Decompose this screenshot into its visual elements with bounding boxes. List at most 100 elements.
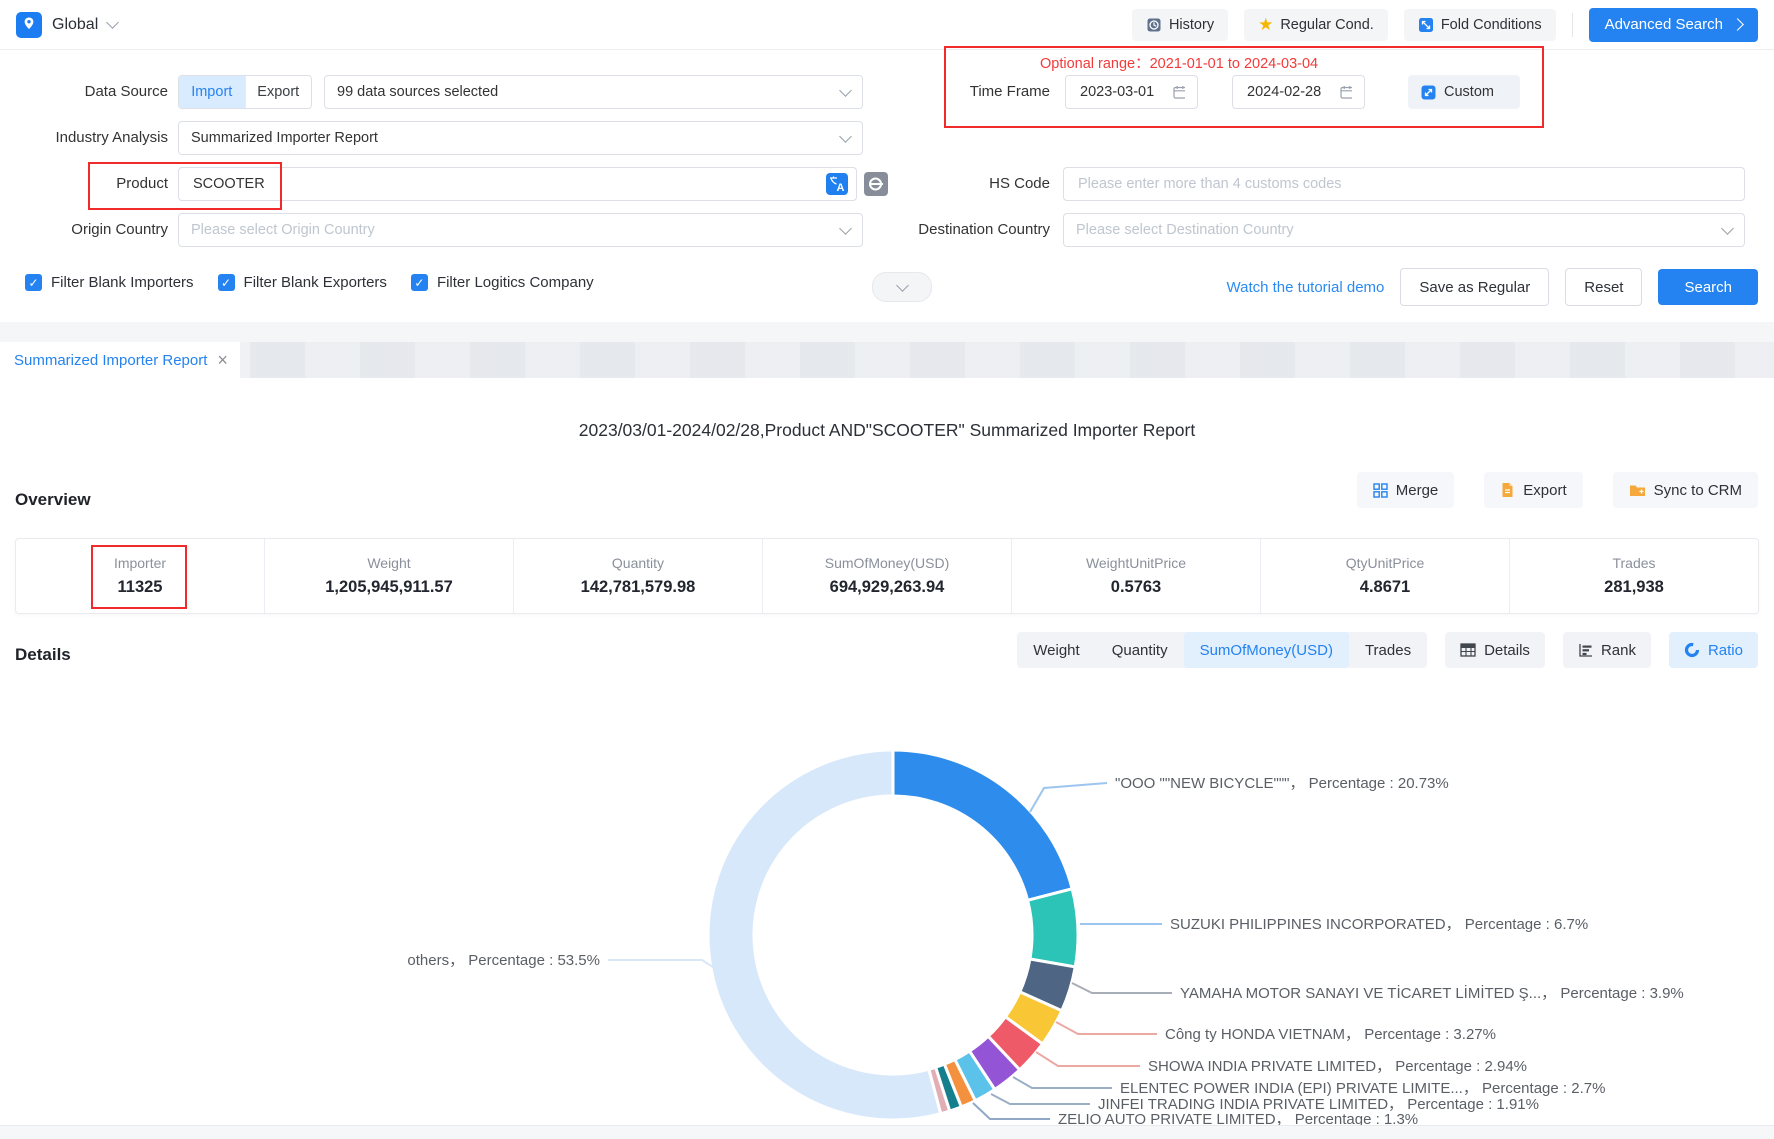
fold-conditions-button[interactable]: Fold Conditions (1404, 9, 1556, 41)
reset-button[interactable]: Reset (1565, 268, 1642, 306)
custom-label: Custom (1444, 84, 1494, 100)
stat-label: QtyUnitPrice (1346, 555, 1425, 571)
filter-logitics-company-checkbox[interactable]: ✓ Filter Logitics Company (411, 274, 594, 291)
overview-toolbar: Merge Export Sync to CRM (1357, 472, 1758, 508)
fold-icon (1418, 17, 1434, 33)
ratio-view-button[interactable]: Ratio (1669, 632, 1758, 668)
start-date-input[interactable] (1065, 75, 1198, 109)
bottom-panel-edge (0, 1125, 1774, 1139)
filter-checkbox-row: ✓ Filter Blank Importers ✓ Filter Blank … (25, 274, 594, 291)
tab-weight[interactable]: Weight (1017, 632, 1095, 668)
donut-slice (708, 750, 941, 1120)
rank-bars-icon (1578, 643, 1593, 657)
region-name: Global (52, 16, 98, 34)
origin-country-placeholder: Please select Origin Country (191, 222, 375, 238)
start-date-value[interactable] (1078, 83, 1172, 101)
label-leader-line (1030, 783, 1107, 812)
history-label: History (1169, 17, 1214, 33)
end-date-input[interactable] (1232, 75, 1365, 109)
stat-value: 11325 (118, 578, 163, 597)
export-tab[interactable]: Export (245, 76, 312, 108)
merge-button[interactable]: Merge (1357, 472, 1455, 508)
export-file-icon (1500, 482, 1515, 498)
stat-value: 281,938 (1604, 578, 1664, 597)
donut-slice (944, 1059, 975, 1106)
origin-country-label: Origin Country (0, 213, 168, 247)
industry-analysis-dropdown[interactable]: Summarized Importer Report (178, 121, 863, 155)
label-leader-line (608, 960, 713, 967)
import-tab[interactable]: Import (179, 76, 245, 108)
chevron-down-icon (1721, 222, 1734, 235)
tab-sum-of-money[interactable]: SumOfMoney(USD) (1184, 632, 1349, 668)
overview-stats-card: Importer 11325 Weight 1,205,945,911.57 Q… (15, 538, 1759, 614)
product-value[interactable] (191, 175, 812, 193)
details-heading: Details (15, 645, 71, 665)
filter-label: Filter Logitics Company (437, 274, 594, 291)
sync-to-crm-button[interactable]: Sync to CRM (1613, 472, 1758, 508)
section-gap (0, 322, 1774, 342)
crm-folder-icon (1629, 483, 1646, 498)
rank-view-label: Rank (1601, 642, 1636, 659)
stat-label: WeightUnitPrice (1086, 555, 1186, 571)
top-bar: Global History ★ Regular Cond. (0, 0, 1774, 50)
slice-label: SUZUKI PHILIPPINES INCORPORATED， Percent… (1170, 916, 1588, 933)
product-input[interactable] (178, 167, 857, 201)
details-view-button[interactable]: Details (1445, 632, 1545, 668)
tab-trades[interactable]: Trades (1349, 632, 1427, 668)
custom-range-button[interactable]: Custom (1408, 75, 1520, 109)
translate-icon[interactable]: A (826, 173, 848, 195)
donut-icon (1684, 642, 1700, 658)
hs-code-input[interactable] (1063, 167, 1745, 201)
rank-view-button[interactable]: Rank (1563, 632, 1651, 668)
export-button[interactable]: Export (1484, 472, 1582, 508)
checkbox-checked-icon: ✓ (411, 274, 428, 291)
stat-value: 142,781,579.98 (581, 578, 696, 597)
time-frame-label: Time Frame (880, 75, 1050, 109)
stat-label: Importer (114, 555, 166, 571)
hs-code-label: HS Code (880, 167, 1050, 201)
end-date-value[interactable] (1245, 83, 1339, 101)
tab-quantity[interactable]: Quantity (1096, 632, 1184, 668)
advanced-search-button[interactable]: Advanced Search (1589, 8, 1758, 42)
filter-blank-importers-checkbox[interactable]: ✓ Filter Blank Importers (25, 274, 194, 291)
hs-code-field[interactable] (1076, 175, 1732, 193)
stat-label: Trades (1612, 555, 1655, 571)
report-title: 2023/03/01-2024/02/28,Product AND"SCOOTE… (0, 420, 1774, 441)
regular-cond-button[interactable]: ★ Regular Cond. (1244, 9, 1388, 41)
optional-range-text: Optional range：2021-01-01 to 2024-03-04 (1040, 52, 1318, 73)
calendar-icon (1172, 84, 1185, 100)
donut-slice (1005, 992, 1061, 1044)
filter-blank-exporters-checkbox[interactable]: ✓ Filter Blank Exporters (218, 274, 387, 291)
export-label: Export (1523, 482, 1566, 499)
filter-label: Filter Blank Exporters (244, 274, 387, 291)
stat-value: 4.8671 (1360, 578, 1410, 597)
region-selector[interactable]: Global (16, 12, 117, 38)
data-sources-dropdown[interactable]: 99 data sources selected (324, 75, 863, 109)
destination-country-label: Destination Country (880, 213, 1050, 247)
tab-summarized-importer-report[interactable]: Summarized Importer Report × (0, 342, 240, 378)
history-button[interactable]: History (1132, 9, 1228, 41)
search-button[interactable]: Search (1658, 269, 1758, 305)
form-action-row: Watch the tutorial demo Save as Regular … (1227, 268, 1758, 306)
close-icon[interactable]: × (217, 351, 228, 369)
save-as-regular-button[interactable]: Save as Regular (1400, 268, 1549, 306)
checkbox-checked-icon: ✓ (218, 274, 235, 291)
calendar-icon (1339, 84, 1352, 100)
stat-qty-unit-price: QtyUnitPrice 4.8671 (1260, 539, 1509, 613)
label-leader-line (991, 1094, 1090, 1104)
chevron-down-icon (896, 279, 909, 292)
origin-country-dropdown[interactable]: Please select Origin Country (178, 213, 863, 247)
collapse-conditions-button[interactable] (872, 272, 932, 302)
label-leader-line (973, 1103, 1050, 1119)
tutorial-demo-link[interactable]: Watch the tutorial demo (1227, 279, 1385, 296)
slice-label: SHOWA INDIA PRIVATE LIMITED， Percentage … (1148, 1058, 1527, 1075)
checkbox-checked-icon: ✓ (25, 274, 42, 291)
filter-label: Filter Blank Importers (51, 274, 194, 291)
destination-country-dropdown[interactable]: Please select Destination Country (1063, 213, 1745, 247)
slice-label: ELENTEC POWER INDIA (EPI) PRIVATE LIMITE… (1120, 1080, 1605, 1097)
slice-label: JINFEI TRADING INDIA PRIVATE LIMITED， Pe… (1098, 1096, 1539, 1113)
donut-slice (955, 1051, 995, 1101)
donut-slice (929, 1067, 950, 1113)
stat-value: 1,205,945,911.57 (325, 578, 453, 597)
custom-icon (1421, 85, 1436, 100)
